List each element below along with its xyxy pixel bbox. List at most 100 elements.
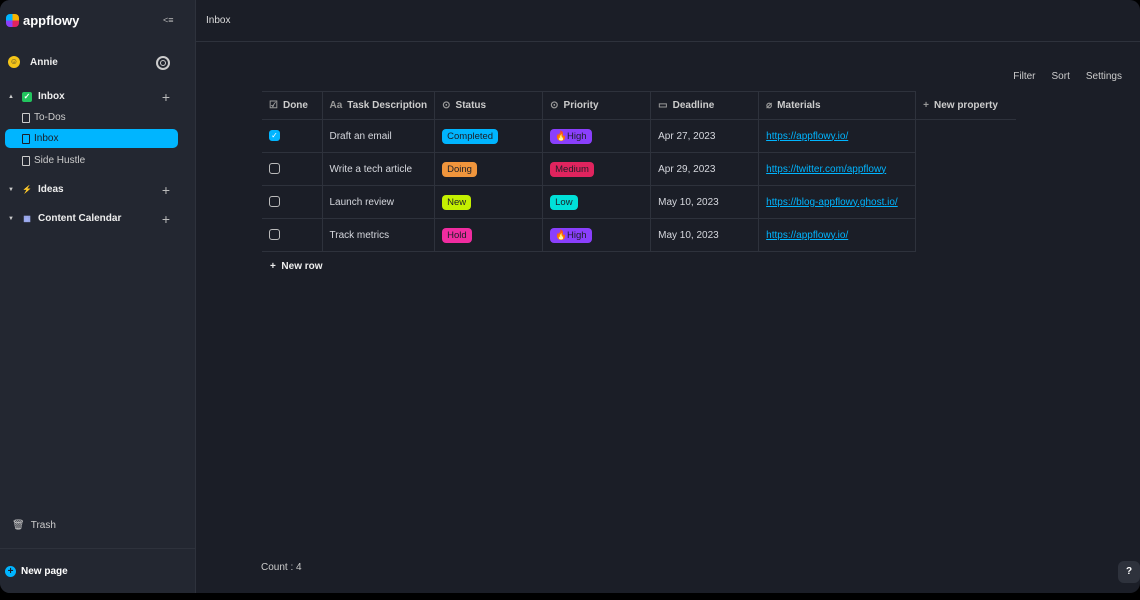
- column-header-5[interactable]: ⌀ Materials: [758, 91, 917, 120]
- sort-button[interactable]: Sort: [1052, 71, 1070, 82]
- done-cell: [262, 185, 323, 219]
- fire-icon: 🔥: [555, 130, 567, 142]
- page-label: To-Dos: [34, 112, 66, 123]
- breadcrumb: Inbox: [206, 15, 231, 26]
- task-cell[interactable]: Write a tech article: [321, 152, 436, 186]
- sidebar-section-1[interactable]: ▼ ⚡ Ideas +: [8, 182, 188, 198]
- table-row: ✓ Draft an email Completed 🔥High Apr 27,…: [262, 119, 1016, 153]
- done-cell: [262, 218, 323, 252]
- column-label: Done: [282, 100, 308, 111]
- priority-label: High: [566, 229, 587, 241]
- materials-link[interactable]: https://appflowy.io/: [766, 230, 848, 241]
- column-label: Materials: [777, 100, 821, 111]
- deadline-cell[interactable]: May 10, 2023: [650, 185, 760, 219]
- status-cell[interactable]: New: [434, 185, 544, 219]
- status-tag: New: [442, 194, 472, 210]
- page-label: Side Hustle: [34, 155, 86, 166]
- materials-link[interactable]: https://blog-appflowy.ghost.io/: [766, 197, 898, 208]
- trash-label: Trash: [30, 520, 56, 531]
- column-label: Deadline: [672, 100, 715, 111]
- task-cell[interactable]: Launch review: [321, 185, 436, 219]
- section-label: Inbox: [38, 91, 65, 102]
- done-checkbox[interactable]: [269, 229, 280, 241]
- column-header-6[interactable]: + New property: [915, 91, 1016, 120]
- task-cell[interactable]: Track metrics: [321, 218, 436, 252]
- select-icon: ⊙: [442, 100, 451, 111]
- new-page-label: New page: [21, 566, 68, 577]
- new-page-button[interactable]: + New page: [5, 566, 68, 577]
- column-header-4[interactable]: ▭ Deadline: [650, 91, 760, 120]
- materials-link[interactable]: https://twitter.com/appflowy: [766, 164, 886, 175]
- checkbox-icon: ☑: [269, 100, 278, 111]
- grid-toolbar: Filter Sort Settings: [1013, 71, 1122, 82]
- priority-cell[interactable]: Low: [542, 185, 652, 219]
- add-page-plus-icon[interactable]: +: [162, 182, 170, 198]
- done-checkbox[interactable]: ✓: [269, 130, 280, 142]
- deadline-cell[interactable]: Apr 27, 2023: [650, 119, 760, 153]
- priority-tag: Medium: [550, 161, 594, 177]
- caret-up-icon[interactable]: ▲: [8, 94, 16, 100]
- section-emoji-icon: ⚡: [22, 184, 32, 194]
- app-window: appflowy <≡ ☺ Annie ▲ ✓ Inbox + ▼ ⚡ Ideas + ▼ ▦ Con…: [0, 0, 1140, 593]
- sidebar-page-2[interactable]: Side Hustle: [5, 151, 178, 170]
- filter-button[interactable]: Filter: [1013, 71, 1035, 82]
- collapse-sidebar-icon[interactable]: <≡: [163, 15, 174, 25]
- appflowy-logo-icon: [6, 14, 19, 27]
- plus-icon: +: [5, 566, 16, 577]
- status-cell[interactable]: Completed: [434, 119, 544, 153]
- document-icon: [22, 112, 30, 123]
- trash-button[interactable]: 🗑 Trash: [12, 520, 56, 531]
- priority-tag: Low: [550, 194, 578, 210]
- materials-link[interactable]: https://appflowy.io/: [766, 131, 848, 142]
- table-row: Track metrics Hold 🔥High May 10, 2023 ht…: [262, 218, 1016, 252]
- column-header-2[interactable]: ⊙ Status: [434, 91, 544, 120]
- add-page-plus-icon[interactable]: +: [162, 211, 170, 227]
- priority-cell[interactable]: Medium: [542, 152, 652, 186]
- sidebar-page-1[interactable]: Inbox: [5, 129, 178, 148]
- column-header-3[interactable]: ⊙ Priority: [542, 91, 652, 120]
- priority-tag: 🔥High: [550, 128, 592, 144]
- user-profile[interactable]: ☺ Annie: [8, 56, 58, 68]
- priority-tag: 🔥High: [550, 227, 592, 243]
- column-header-1[interactable]: Aa Task Description: [322, 91, 436, 120]
- materials-cell: https://appflowy.io/: [758, 119, 917, 153]
- priority-label: High: [566, 130, 587, 142]
- section-label: Content Calendar: [38, 213, 122, 224]
- help-button[interactable]: ?: [1118, 561, 1140, 583]
- document-icon: [22, 133, 30, 144]
- priority-cell[interactable]: 🔥High: [542, 218, 652, 252]
- status-tag: Doing: [442, 161, 477, 177]
- caret-down-icon[interactable]: ▼: [8, 187, 16, 193]
- document-icon: [22, 155, 30, 166]
- settings-button[interactable]: Settings: [1086, 71, 1122, 82]
- new-row-button[interactable]: + New row: [270, 261, 323, 272]
- deadline-cell[interactable]: May 10, 2023: [650, 218, 760, 252]
- materials-cell: https://blog-appflowy.ghost.io/: [758, 185, 917, 219]
- done-checkbox[interactable]: [269, 196, 280, 208]
- column-label: Status: [455, 100, 487, 111]
- divider: [0, 548, 196, 549]
- row-count: Count : 4: [261, 562, 302, 573]
- grid-table: ☑ Done Aa Task Description ⊙ Status ⊙ Priority ▭…: [262, 91, 1016, 252]
- column-header-0[interactable]: ☑ Done: [262, 91, 323, 120]
- add-page-plus-icon[interactable]: +: [162, 89, 170, 105]
- deadline-cell[interactable]: Apr 29, 2023: [650, 152, 760, 186]
- attachment-icon: ⌀: [766, 100, 773, 111]
- materials-cell: https://appflowy.io/: [758, 218, 917, 252]
- table-row: Write a tech article Doing Medium Apr 29…: [262, 152, 1016, 186]
- sidebar-section-2[interactable]: ▼ ▦ Content Calendar +: [8, 211, 188, 227]
- status-cell[interactable]: Doing: [434, 152, 544, 186]
- column-label: New property: [933, 99, 998, 111]
- sidebar-section-0[interactable]: ▲ ✓ Inbox +: [8, 89, 188, 105]
- user-name: Annie: [30, 56, 58, 68]
- sidebar-page-0[interactable]: To-Dos: [5, 108, 178, 127]
- task-cell[interactable]: Draft an email: [321, 119, 436, 153]
- trash-icon: 🗑: [12, 520, 25, 531]
- section-emoji-icon: ▦: [23, 213, 31, 223]
- status-cell[interactable]: Hold: [434, 218, 544, 252]
- done-checkbox[interactable]: [269, 163, 280, 175]
- caret-down-icon[interactable]: ▼: [8, 216, 16, 222]
- priority-cell[interactable]: 🔥High: [542, 119, 652, 153]
- page-label: Inbox: [34, 133, 59, 144]
- settings-gear-icon[interactable]: [156, 56, 170, 70]
